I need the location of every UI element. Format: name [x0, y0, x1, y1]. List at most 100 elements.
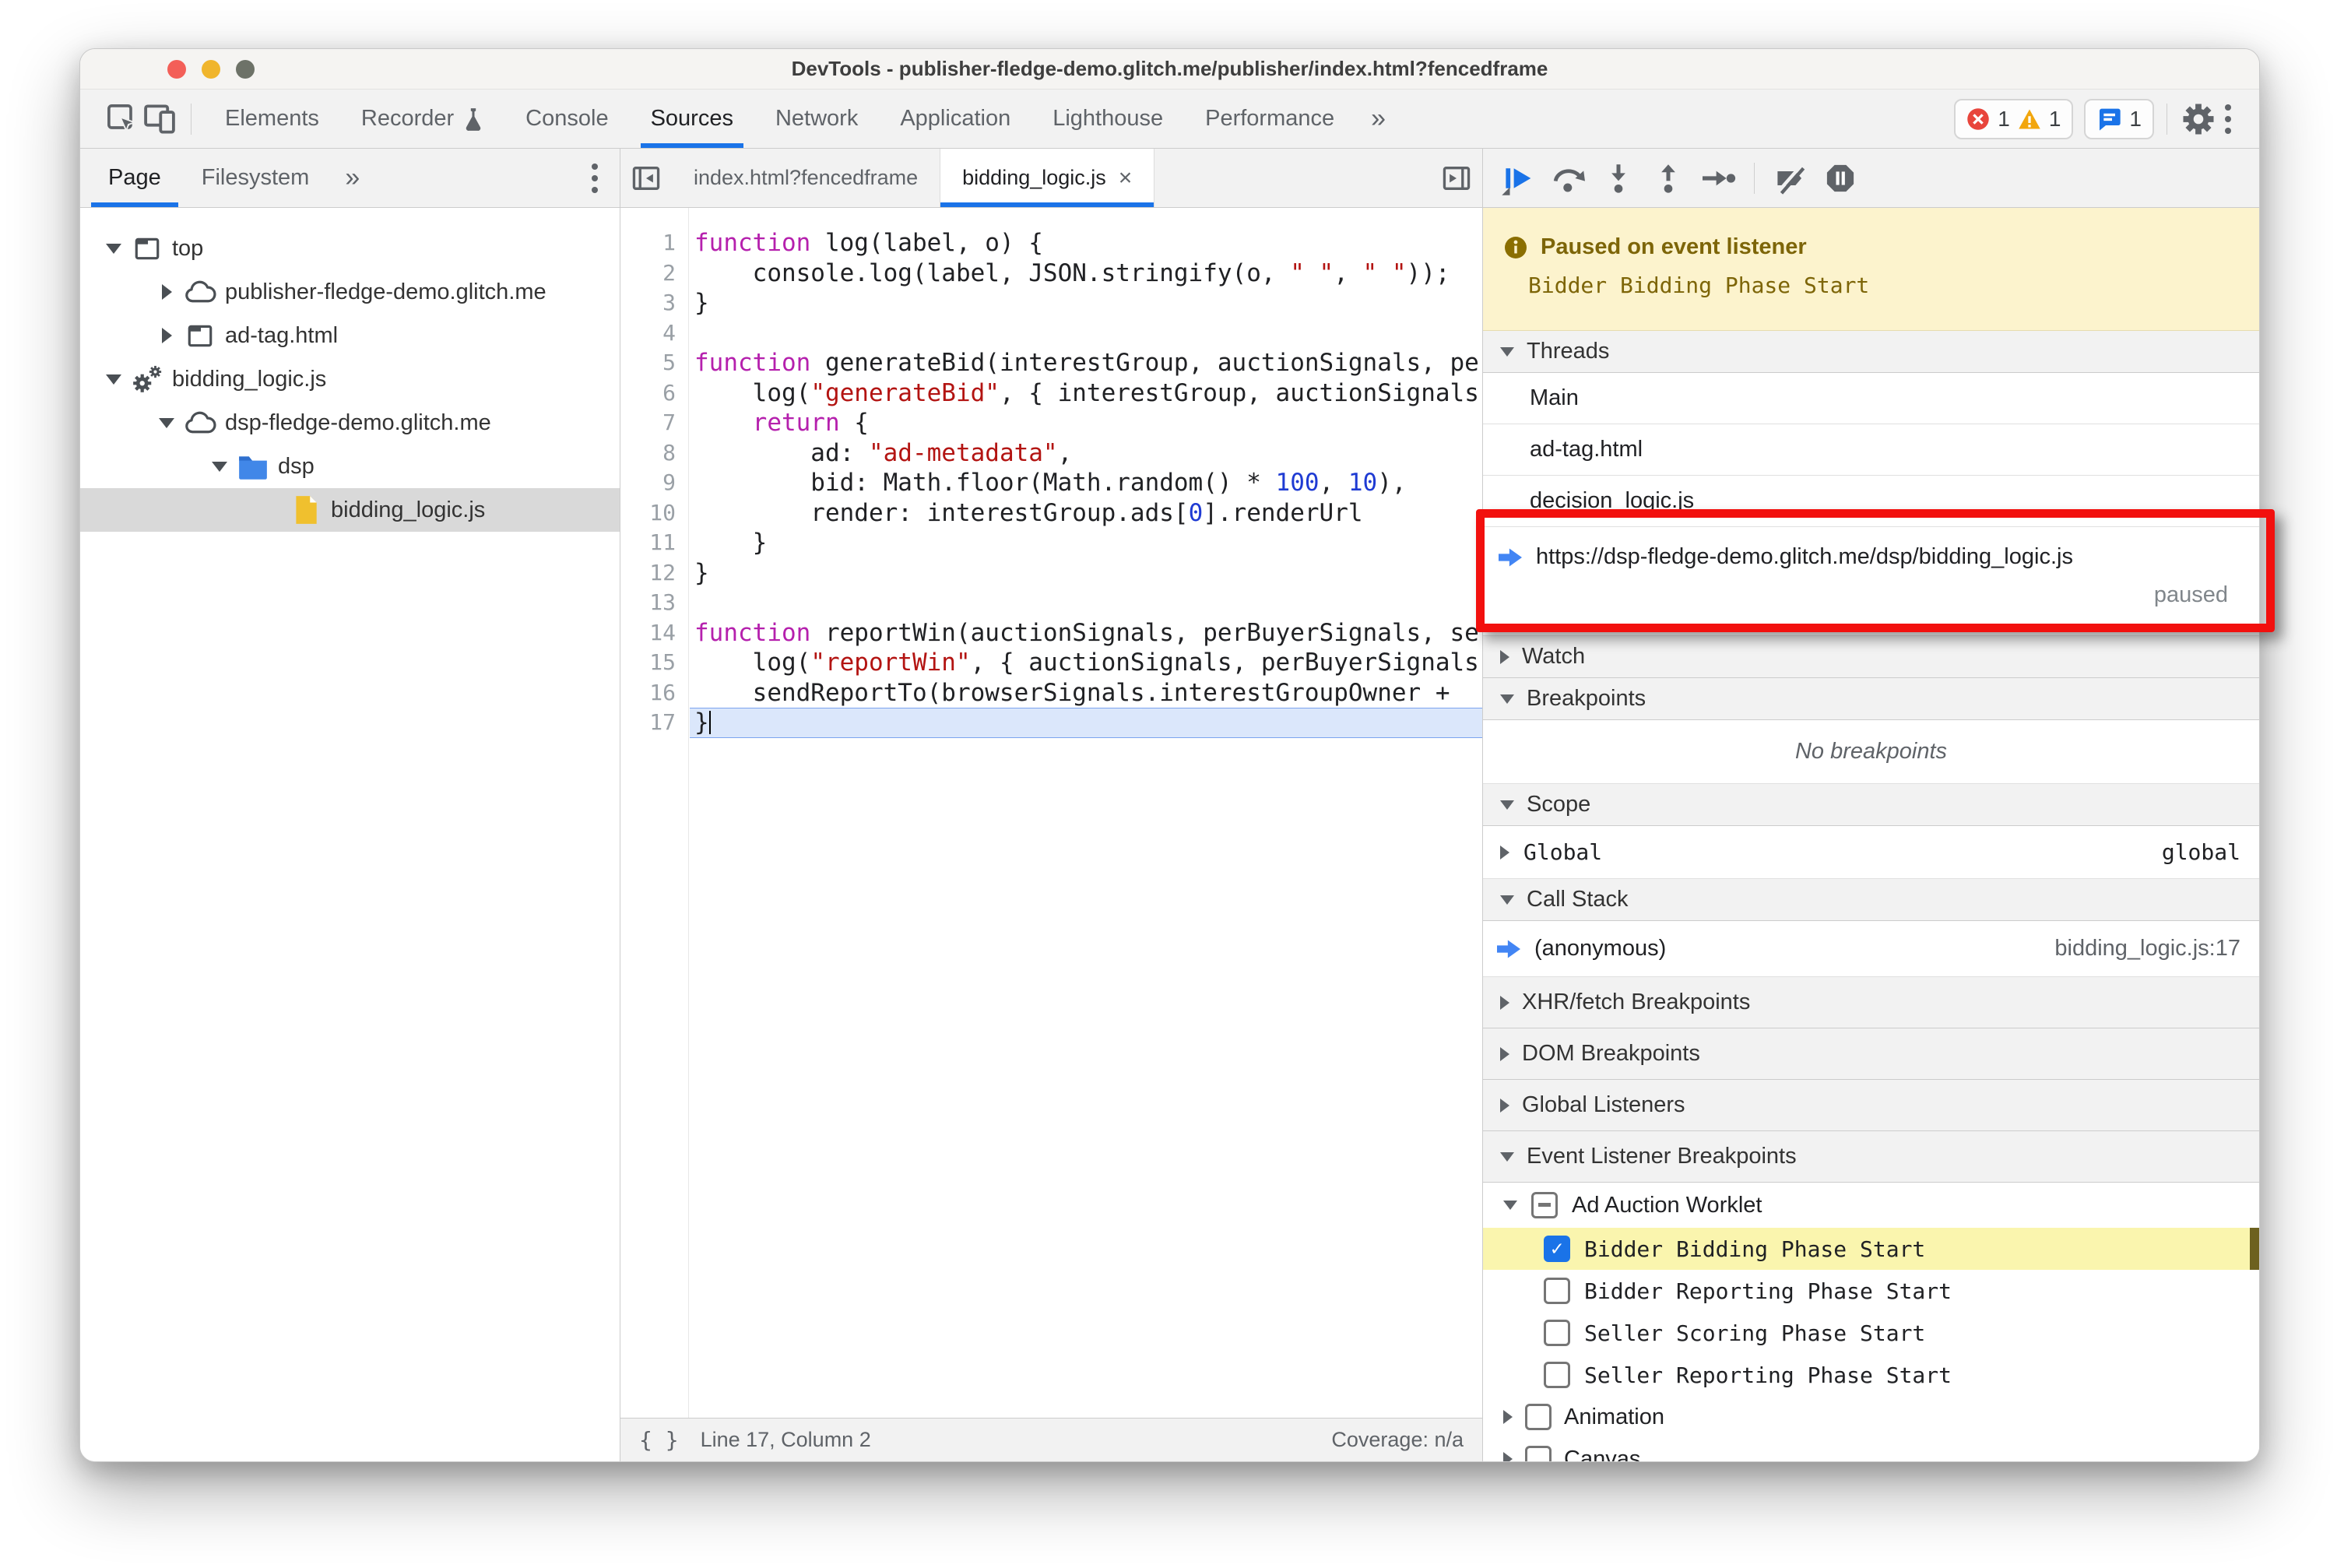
pause-on-exceptions-button[interactable]: [1819, 156, 1862, 200]
minimize-window-button[interactable]: [202, 60, 220, 79]
section-header-breakpoints[interactable]: Breakpoints: [1483, 678, 2259, 720]
tree-item-bidding-logic-js[interactable]: bidding_logic.js: [80, 357, 620, 401]
tab-application[interactable]: Application: [879, 90, 1031, 148]
step-over-icon: [1550, 162, 1587, 195]
elb-group-ad-auction-worklet[interactable]: Ad Auction Worklet: [1483, 1183, 2259, 1228]
tree-item-top[interactable]: top: [80, 227, 620, 270]
toolbar-separator: [1754, 162, 1755, 194]
tree-item-dsp[interactable]: dsp: [80, 445, 620, 488]
inspect-element-button[interactable]: [104, 100, 141, 138]
resume-button[interactable]: [1497, 156, 1541, 200]
tab-sources[interactable]: Sources: [630, 90, 754, 148]
elb-item-bidder-bidding-phase-start[interactable]: ✓ Bidder Bidding Phase Start: [1483, 1228, 2259, 1270]
step-over-button[interactable]: [1547, 156, 1590, 200]
code-editor[interactable]: 1 2 3 4 5 6 7 8 9 10 11 12 13 14 15 16 17 function log(l…: [620, 208, 1482, 1418]
warning-icon: [2018, 108, 2041, 130]
paused-banner-detail: Bidder Bidding Phase Start: [1528, 272, 1870, 298]
elb-item-seller-scoring-phase-start[interactable]: Seller Scoring Phase Start: [1483, 1312, 2259, 1354]
category-label: Canvas: [1564, 1446, 1641, 1462]
tree-item-dsp-fledge-demo-glitch-me[interactable]: dsp-fledge-demo.glitch.me: [80, 401, 620, 445]
tab-performance[interactable]: Performance: [1184, 90, 1355, 148]
device-toolbar-button[interactable]: [141, 100, 178, 138]
tab-elements[interactable]: Elements: [204, 90, 340, 148]
more-tabs-button[interactable]: »: [1355, 104, 1401, 134]
chevron-down-icon: [1503, 1201, 1517, 1210]
editor-tabbar: index.html?fencedframe bidding_logic.js …: [620, 149, 1482, 208]
hide-navigator-button[interactable]: [620, 149, 672, 207]
step-into-button[interactable]: [1597, 156, 1640, 200]
tab-lighthouse[interactable]: Lighthouse: [1031, 90, 1184, 148]
ad-auction-worklet-checkbox[interactable]: [1531, 1192, 1558, 1218]
resume-icon: [1501, 160, 1537, 196]
more-navigator-tabs-button[interactable]: »: [329, 163, 375, 193]
scope-row-global[interactable]: Global global: [1483, 826, 2259, 879]
chevron-down-icon[interactable]: [155, 417, 178, 428]
animation-checkbox[interactable]: [1525, 1404, 1552, 1430]
unchecked-checkbox[interactable]: [1544, 1278, 1570, 1304]
thread-row-ad-tag[interactable]: ad-tag.html: [1483, 424, 2259, 476]
navigator-menu-button[interactable]: [584, 163, 606, 193]
line-number: 14: [649, 619, 676, 645]
chevron-right-icon[interactable]: [155, 328, 178, 343]
close-tab-icon[interactable]: ×: [1119, 165, 1133, 192]
editor-tab-bidding-logic[interactable]: bidding_logic.js ×: [940, 149, 1155, 207]
elb-category-canvas[interactable]: Canvas: [1483, 1438, 2259, 1462]
chevron-down-icon[interactable]: [102, 374, 125, 385]
step-button[interactable]: [1696, 156, 1740, 200]
pretty-print-icon[interactable]: { }: [639, 1427, 679, 1453]
section-header-global-listeners[interactable]: Global Listeners: [1483, 1080, 2259, 1131]
chevron-down-icon[interactable]: [208, 461, 231, 472]
chevron-right-icon[interactable]: [155, 284, 178, 300]
tab-label: Lighthouse: [1053, 106, 1164, 131]
section-header-scope[interactable]: Scope: [1483, 784, 2259, 826]
close-window-button[interactable]: [167, 60, 186, 79]
settings-button[interactable]: [2180, 100, 2217, 138]
step-out-button[interactable]: [1646, 156, 1690, 200]
thread-row-decision-logic[interactable]: decision_logic.js: [1483, 476, 2259, 527]
elb-category-animation[interactable]: Animation: [1483, 1396, 2259, 1438]
step-into-icon: [1603, 161, 1634, 195]
tab-recorder[interactable]: Recorder: [340, 90, 504, 148]
call-stack-frame-anonymous[interactable]: (anonymous) bidding_logic.js:17: [1483, 921, 2259, 977]
frame-location: bidding_logic.js:17: [2054, 936, 2240, 961]
tree-item-ad-tag-html[interactable]: ad-tag.html: [80, 314, 620, 357]
section-header-threads[interactable]: Threads: [1483, 331, 2259, 373]
tab-network[interactable]: Network: [754, 90, 879, 148]
checked-checkbox[interactable]: ✓: [1544, 1236, 1570, 1262]
section-header-xhr-breakpoints[interactable]: XHR/fetch Breakpoints: [1483, 977, 2259, 1028]
thread-row-bidding-logic-paused[interactable]: https://dsp-fledge-demo.glitch.me/dsp/bi…: [1483, 527, 2259, 636]
unchecked-checkbox[interactable]: [1544, 1362, 1570, 1388]
section-header-dom-breakpoints[interactable]: DOM Breakpoints: [1483, 1028, 2259, 1080]
tree-item-publisher-fledge-demo-glitch-me[interactable]: publisher-fledge-demo.glitch.me: [80, 270, 620, 314]
deactivate-breakpoints-button[interactable]: [1769, 156, 1812, 200]
canvas-checkbox[interactable]: [1525, 1446, 1552, 1461]
elb-item-seller-reporting-phase-start[interactable]: Seller Reporting Phase Start: [1483, 1354, 2259, 1396]
inspect-cursor-icon: [105, 102, 139, 136]
section-header-watch[interactable]: Watch: [1483, 636, 2259, 678]
elb-item-label: Seller Reporting Phase Start: [1584, 1362, 1952, 1388]
section-header-call-stack[interactable]: Call Stack: [1483, 879, 2259, 921]
tab-console[interactable]: Console: [504, 90, 629, 148]
tab-page[interactable]: Page: [88, 149, 181, 207]
section-header-event-listener-breakpoints[interactable]: Event Listener Breakpoints: [1483, 1131, 2259, 1183]
cloud-icon: [183, 279, 217, 304]
chevron-down-icon[interactable]: [102, 243, 125, 254]
worker-icon: [130, 363, 164, 396]
section-label: Breakpoints: [1527, 686, 1646, 711]
zoom-window-button[interactable]: [236, 60, 255, 79]
elb-item-bidder-reporting-phase-start[interactable]: Bidder Reporting Phase Start: [1483, 1270, 2259, 1312]
show-debugger-button[interactable]: [1431, 149, 1482, 207]
unchecked-checkbox[interactable]: [1544, 1320, 1570, 1346]
tree-item-label: bidding_logic.js: [331, 497, 486, 522]
devtools-menu-button[interactable]: [2217, 104, 2239, 134]
errors-warnings-badge[interactable]: 1 1: [1954, 98, 2074, 139]
editor-tab-index[interactable]: index.html?fencedframe: [672, 149, 940, 207]
pause-on-exceptions-icon: [1823, 161, 1857, 195]
debugger-toolbar: [1483, 149, 2259, 208]
thread-row-main[interactable]: Main: [1483, 373, 2259, 424]
panel-tabs: Elements Recorder Console Sources Network App…: [204, 90, 1355, 148]
editor-tab-label: bidding_logic.js: [962, 166, 1106, 189]
tab-filesystem[interactable]: Filesystem: [181, 149, 330, 207]
tree-item-bidding-logic-js[interactable]: bidding_logic.js: [80, 488, 620, 532]
issues-badge[interactable]: 1: [2084, 98, 2154, 139]
